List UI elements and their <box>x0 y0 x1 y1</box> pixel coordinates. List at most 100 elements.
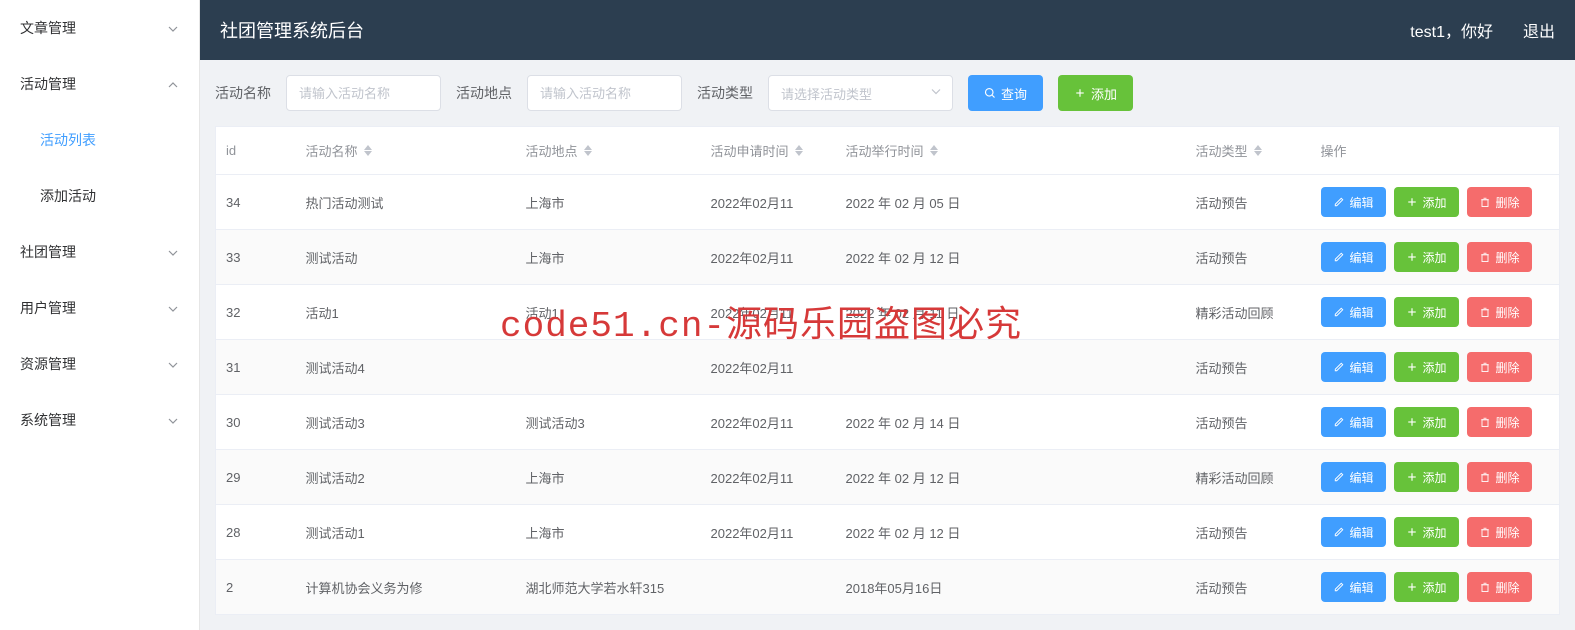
delete-button[interactable]: 删除 <box>1467 352 1532 382</box>
delete-button[interactable]: 删除 <box>1467 187 1532 217</box>
th-location[interactable]: 活动地点 <box>516 127 701 175</box>
add-button[interactable]: 添加 <box>1394 187 1459 217</box>
chevron-down-icon <box>167 414 179 426</box>
filter-name-input[interactable] <box>286 75 441 111</box>
th-hold-time[interactable]: 活动举行时间 <box>836 127 1186 175</box>
cell-type: 精彩活动回顾 <box>1186 450 1311 505</box>
plus-icon <box>1074 87 1086 99</box>
plus-icon <box>1406 251 1418 263</box>
cell-apply_time: 2022年02月11 <box>701 450 836 505</box>
plus-icon <box>1406 196 1418 208</box>
cell-hold_time: 2022 年 02 月 14 日 <box>836 395 1186 450</box>
add-button[interactable]: 添加 <box>1394 517 1459 547</box>
plus-icon <box>1406 526 1418 538</box>
edit-icon <box>1333 416 1345 428</box>
cell-apply_time: 2022年02月11 <box>701 230 836 285</box>
th-name[interactable]: 活动名称 <box>296 127 516 175</box>
sidebar-subitem[interactable]: 活动列表 <box>0 112 199 168</box>
table-row: 29测试活动2上海市2022年02月112022 年 02 月 12 日精彩活动… <box>216 450 1560 505</box>
th-type[interactable]: 活动类型 <box>1186 127 1311 175</box>
table-row: 2计算机协会义务为修湖北师范大学若水轩3152018年05月16日活动预告编辑添… <box>216 560 1560 615</box>
cell-name: 测试活动1 <box>296 505 516 560</box>
filter-location-label: 活动地点 <box>456 83 512 103</box>
th-apply-time[interactable]: 活动申请时间 <box>701 127 836 175</box>
cell-location: 湖北师范大学若水轩315 <box>516 560 701 615</box>
edit-button[interactable]: 编辑 <box>1321 462 1386 492</box>
delete-button[interactable]: 删除 <box>1467 462 1532 492</box>
cell-id: 2 <box>216 560 296 615</box>
activity-table: id 活动名称 活动地点 活动申请时间 活动举行时间 活动类型 操作 34热门活… <box>215 126 1560 615</box>
cell-id: 31 <box>216 340 296 395</box>
edit-button[interactable]: 编辑 <box>1321 517 1386 547</box>
trash-icon <box>1479 581 1491 593</box>
edit-icon <box>1333 526 1345 538</box>
sidebar-item[interactable]: 用户管理 <box>0 280 199 336</box>
delete-button[interactable]: 删除 <box>1467 407 1532 437</box>
trash-icon <box>1479 251 1491 263</box>
sidebar-item-label: 系统管理 <box>20 410 76 430</box>
cell-id: 29 <box>216 450 296 505</box>
sidebar-item[interactable]: 系统管理 <box>0 392 199 448</box>
sort-icon <box>795 145 803 156</box>
plus-icon <box>1406 581 1418 593</box>
edit-button[interactable]: 编辑 <box>1321 297 1386 327</box>
edit-button[interactable]: 编辑 <box>1321 407 1386 437</box>
edit-button[interactable]: 编辑 <box>1321 572 1386 602</box>
edit-button[interactable]: 编辑 <box>1321 352 1386 382</box>
edit-icon <box>1333 361 1345 373</box>
cell-id: 33 <box>216 230 296 285</box>
plus-icon <box>1406 361 1418 373</box>
add-button[interactable]: 添加 <box>1394 297 1459 327</box>
add-button[interactable]: 添加 <box>1394 462 1459 492</box>
add-button[interactable]: 添加 <box>1394 407 1459 437</box>
sidebar-item[interactable]: 资源管理 <box>0 336 199 392</box>
table-row: 31测试活动42022年02月11活动预告编辑添加删除 <box>216 340 1560 395</box>
add-button[interactable]: 添加 <box>1058 75 1133 111</box>
user-greeting[interactable]: test1，你好 <box>1410 18 1493 42</box>
cell-type: 活动预告 <box>1186 230 1311 285</box>
cell-name: 活动1 <box>296 285 516 340</box>
edit-button[interactable]: 编辑 <box>1321 187 1386 217</box>
edit-icon <box>1333 196 1345 208</box>
filter-location-input[interactable] <box>527 75 682 111</box>
cell-name: 测试活动3 <box>296 395 516 450</box>
cell-hold_time: 2018年05月16日 <box>836 560 1186 615</box>
cell-location: 上海市 <box>516 175 701 230</box>
trash-icon <box>1479 306 1491 318</box>
th-id[interactable]: id <box>216 127 296 175</box>
logout-link[interactable]: 退出 <box>1523 18 1555 42</box>
cell-id: 30 <box>216 395 296 450</box>
sidebar-item[interactable]: 活动管理 <box>0 56 199 112</box>
cell-action: 编辑添加删除 <box>1311 505 1560 560</box>
delete-button[interactable]: 删除 <box>1467 297 1532 327</box>
table-row: 34热门活动测试上海市2022年02月112022 年 02 月 05 日活动预… <box>216 175 1560 230</box>
chevron-down-icon <box>167 358 179 370</box>
filter-type-select[interactable]: 请选择活动类型 <box>768 75 953 111</box>
edit-icon <box>1333 251 1345 263</box>
delete-button[interactable]: 删除 <box>1467 572 1532 602</box>
cell-apply_time: 2022年02月11 <box>701 505 836 560</box>
trash-icon <box>1479 526 1491 538</box>
cell-action: 编辑添加删除 <box>1311 230 1560 285</box>
search-button[interactable]: 查询 <box>968 75 1043 111</box>
th-action: 操作 <box>1311 127 1560 175</box>
edit-button[interactable]: 编辑 <box>1321 242 1386 272</box>
cell-action: 编辑添加删除 <box>1311 560 1560 615</box>
cell-type: 活动预告 <box>1186 395 1311 450</box>
sidebar-subitem[interactable]: 添加活动 <box>0 168 199 224</box>
chevron-down-icon <box>167 302 179 314</box>
add-button[interactable]: 添加 <box>1394 572 1459 602</box>
sidebar-item[interactable]: 社团管理 <box>0 224 199 280</box>
cell-hold_time: 2022 年 02 月 11 日 <box>836 285 1186 340</box>
trash-icon <box>1479 196 1491 208</box>
add-button[interactable]: 添加 <box>1394 352 1459 382</box>
delete-button[interactable]: 删除 <box>1467 517 1532 547</box>
delete-button[interactable]: 删除 <box>1467 242 1532 272</box>
sidebar-item-label: 用户管理 <box>20 298 76 318</box>
sidebar-item[interactable]: 文章管理 <box>0 0 199 56</box>
sort-icon <box>364 145 372 156</box>
topbar: 社团管理系统后台 test1，你好 退出 <box>200 0 1575 60</box>
cell-action: 编辑添加删除 <box>1311 285 1560 340</box>
add-button[interactable]: 添加 <box>1394 242 1459 272</box>
sidebar-item-label: 资源管理 <box>20 354 76 374</box>
